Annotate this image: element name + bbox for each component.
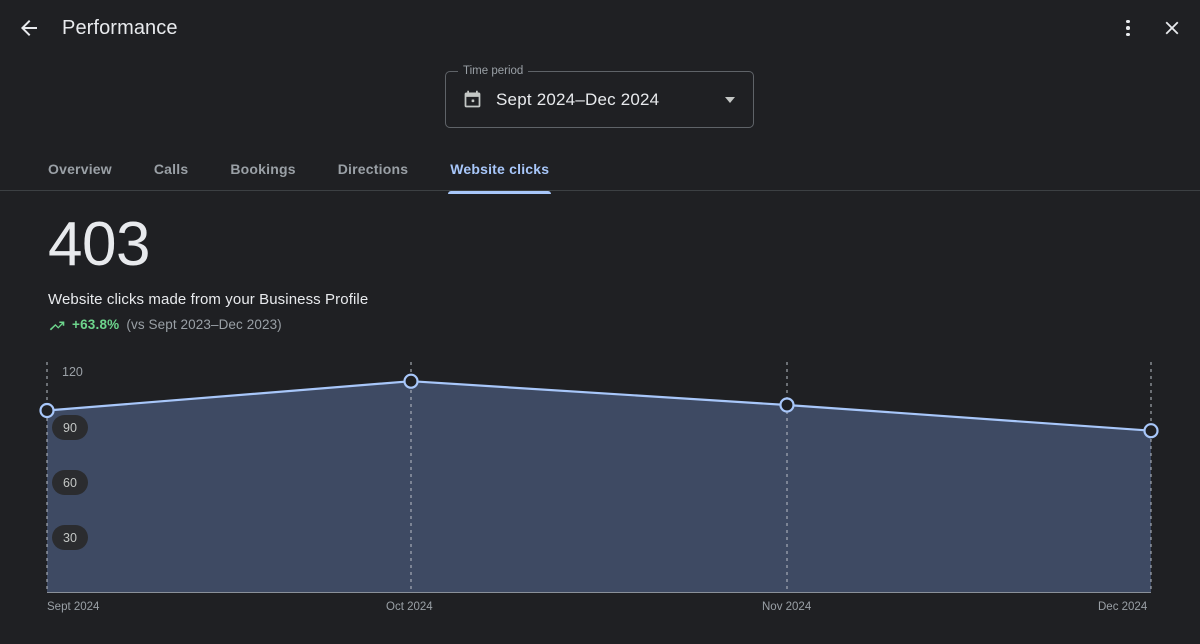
time-period-value: Sept 2024–Dec 2024 [496,90,659,110]
data-point-oct-2024[interactable] [405,375,418,388]
x-axis-label-dec: Dec 2024 [1098,601,1147,613]
tab-bar-divider [0,190,1200,191]
y-axis-chip-60: 60 [52,470,88,495]
page-title: Performance [62,17,178,40]
chart-area-series [47,381,1151,592]
calendar-icon [462,89,483,110]
chart-svg [0,352,1200,644]
tab-bar: Overview Calls Bookings Directions Websi… [0,148,1200,192]
tab-website-clicks[interactable]: Website clicks [450,148,549,190]
y-axis-chip-30: 30 [52,525,88,550]
metric-description: Website clicks made from your Business P… [48,291,368,308]
chevron-down-icon[interactable] [725,97,735,103]
metric-summary: 403 Website clicks made from your Busine… [48,212,368,332]
tab-label: Bookings [230,161,295,177]
tab-label: Directions [338,161,408,177]
tab-calls[interactable]: Calls [154,148,188,190]
tab-label: Calls [154,161,188,177]
website-clicks-chart [0,352,1200,644]
trending-up-icon [48,318,65,332]
metric-delta-percent: +63.8% [72,317,119,332]
y-axis-chip-90: 90 [52,415,88,440]
performance-panel: Performance Sept 2024–Dec 2024 Ti [0,0,1200,644]
tab-bookings[interactable]: Bookings [230,148,295,190]
y-axis-label-120: 120 [62,365,83,379]
tab-label: Website clicks [450,161,549,177]
close-icon [1161,17,1183,39]
close-button[interactable] [1152,8,1192,48]
metric-comparison-period: (vs Sept 2023–Dec 2023) [126,317,281,332]
more-vert-icon [1126,20,1130,37]
x-axis-label-sept: Sept 2024 [47,601,99,613]
header-bar: Performance [0,0,1200,56]
tab-label: Overview [48,161,112,177]
data-point-nov-2024[interactable] [781,399,794,412]
time-period-box[interactable]: Sept 2024–Dec 2024 [445,71,754,128]
metric-trend: +63.8% (vs Sept 2023–Dec 2023) [48,317,368,332]
arrow-back-icon [17,16,41,40]
more-options-button[interactable] [1108,8,1148,48]
x-axis-label-oct: Oct 2024 [386,601,433,613]
time-period-label: Time period [458,64,528,78]
header-actions [1108,0,1192,56]
back-button[interactable] [9,8,49,48]
active-tab-indicator [448,191,551,194]
time-period-select[interactable]: Sept 2024–Dec 2024 Time period [445,71,754,128]
tab-directions[interactable]: Directions [338,148,408,190]
tab-overview[interactable]: Overview [48,148,112,190]
x-axis-label-nov: Nov 2024 [762,601,811,613]
data-point-dec-2024[interactable] [1145,424,1158,437]
metric-value: 403 [48,212,368,278]
data-point-sept-2024[interactable] [41,404,54,417]
